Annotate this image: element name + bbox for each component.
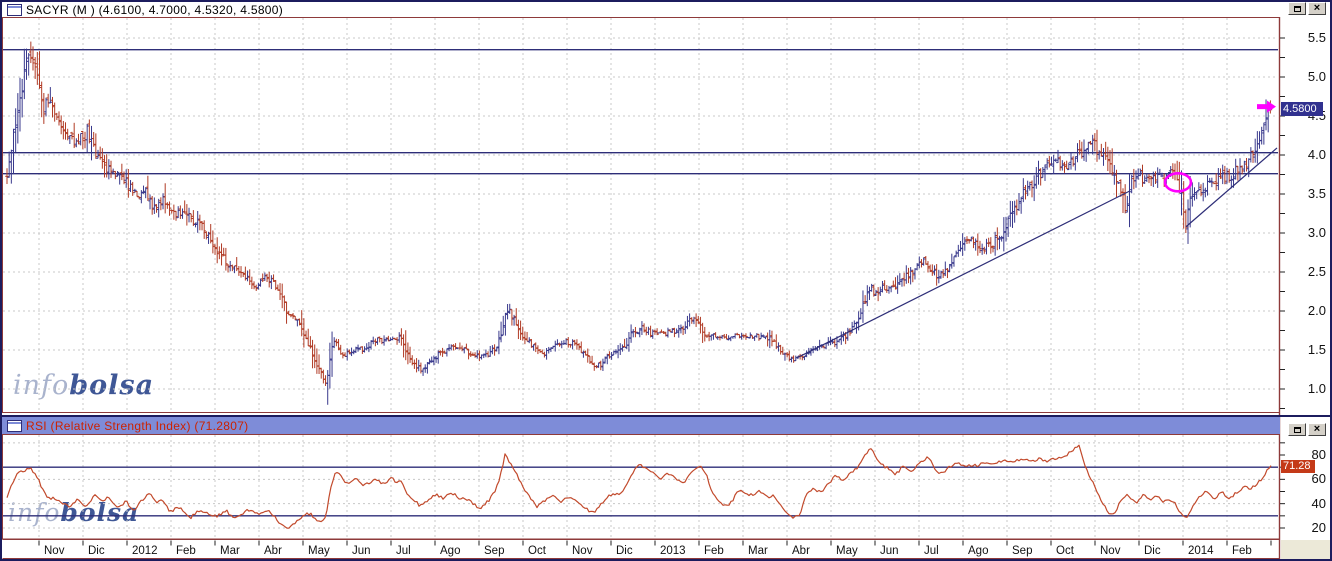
last-price-tag: 4.5800	[1281, 102, 1323, 116]
rsi-value-tag: 71.28	[1281, 460, 1315, 473]
restore-window-button[interactable]	[1288, 2, 1306, 15]
price-chart-title: SACYR (M ) (4.6100, 4.7000, 4.5320, 4.58…	[26, 2, 284, 17]
panel-separator	[0, 415, 1332, 417]
window-border	[0, 0, 1332, 2]
bottom-right-corner	[1281, 540, 1330, 559]
rsi-indicator-titlebar[interactable]: RSI (Relative Strength Index) (71.2807)	[2, 417, 1280, 434]
restore-window-button[interactable]	[1288, 423, 1306, 436]
close-icon: ×	[1313, 1, 1321, 14]
rsi-indicator-title: RSI (Relative Strength Index) (71.2807)	[26, 418, 249, 433]
chart-window-icon	[7, 3, 22, 16]
restore-icon	[1293, 5, 1301, 12]
close-window-button[interactable]: ×	[1308, 423, 1326, 436]
window-border	[0, 0, 2, 561]
price-chart-titlebar[interactable]: SACYR (M ) (4.6100, 4.7000, 4.5320, 4.58…	[2, 2, 1280, 17]
chart-app-window: infobolsa infobolsa SACYR (M ) (4.6100, …	[0, 0, 1332, 561]
close-window-button[interactable]: ×	[1308, 2, 1326, 15]
close-icon: ×	[1313, 422, 1321, 435]
indicator-window-icon	[7, 419, 22, 432]
price-and-rsi-chart-canvas[interactable]	[0, 0, 1332, 561]
price-window-controls: ×	[1288, 2, 1326, 15]
rsi-window-controls: ×	[1288, 423, 1326, 436]
restore-icon	[1293, 426, 1301, 433]
